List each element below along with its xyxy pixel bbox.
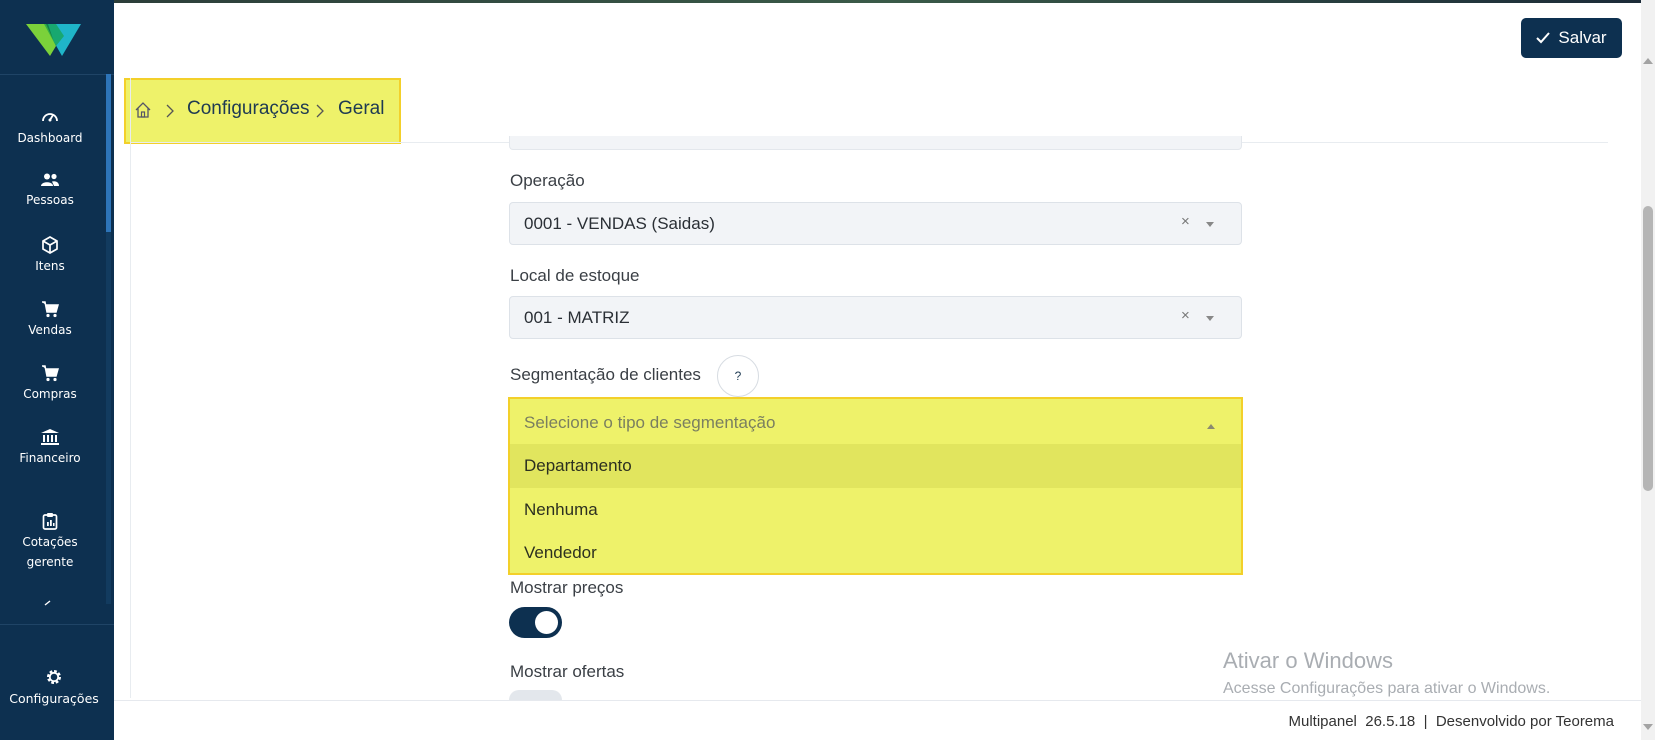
top-bar [114, 0, 1655, 78]
windows-activation-text: Acesse Configurações para ativar o Windo… [1223, 680, 1551, 697]
home-icon[interactable] [134, 101, 152, 119]
content-border [130, 78, 131, 698]
clear-icon[interactable]: × [1181, 213, 1190, 230]
sidebar-divider [0, 74, 114, 75]
mostrar-ofertas-toggle[interactable] [509, 690, 562, 700]
sidebar-more-chevron-icon[interactable] [44, 600, 52, 606]
sidebar-item-label: Financeiro [19, 451, 81, 465]
sidebar-item-compras[interactable]: Compras [0, 364, 100, 404]
sidebar-item-dashboard[interactable]: Dashboard [0, 108, 100, 148]
mostrar-precos-toggle[interactable] [509, 607, 562, 638]
gear-icon [47, 670, 61, 684]
local-estoque-label: Local de estoque [510, 266, 640, 285]
clipboard-icon [42, 513, 58, 530]
toggle-knob [535, 611, 558, 634]
help-button[interactable]: ? [717, 355, 759, 397]
local-estoque-select[interactable]: 001 - MATRIZ × [509, 296, 1242, 339]
save-button-label: Salvar [1558, 28, 1607, 47]
box-icon [42, 236, 58, 254]
segmentacao-label: Segmentação de clientes [510, 365, 701, 384]
cart-icon [42, 301, 59, 318]
sidebar-scrollbar-thumb[interactable] [106, 74, 111, 232]
mostrar-precos-label: Mostrar preços [510, 578, 624, 597]
sidebar-item-configuracoes[interactable]: Configurações [0, 668, 108, 706]
bank-icon [41, 429, 59, 445]
sidebar-divider [0, 624, 114, 625]
scroll-up-arrow-icon[interactable] [1643, 58, 1653, 64]
operacao-select[interactable]: 0001 - VENDAS (Saidas) × [509, 202, 1242, 245]
save-button[interactable]: Salvar [1521, 18, 1622, 58]
segmentacao-select[interactable]: Selecione o tipo de segmentação [510, 399, 1241, 444]
segmentacao-dropdown[interactable]: Selecione o tipo de segmentação Departam… [508, 397, 1243, 575]
dashboard-gauge-icon [42, 113, 58, 122]
previous-field-bottom[interactable] [509, 136, 1242, 150]
sidebar-item-label: Dashboard [17, 131, 83, 145]
clear-icon[interactable]: × [1181, 307, 1190, 324]
sidebar-item-label: Compras [23, 387, 77, 401]
sidebar-item-label: gerente [26, 555, 74, 569]
chevron-down-icon[interactable] [1206, 222, 1214, 227]
dropdown-option-nenhuma[interactable]: Nenhuma [510, 488, 1241, 532]
operacao-value: 0001 - VENDAS (Saidas) [524, 214, 715, 233]
breadcrumb-geral[interactable]: Geral [338, 98, 384, 120]
top-bar-accent [114, 0, 1655, 3]
sidebar-item-label: Configurações [9, 691, 99, 706]
sidebar-item-financeiro[interactable]: Financeiro [0, 428, 100, 468]
chevron-down-icon[interactable] [1206, 316, 1214, 321]
people-icon [41, 173, 59, 186]
dropdown-option-departamento[interactable]: Departamento [510, 444, 1241, 488]
footer-version-text: Multipanel 26.5.18 | Desenvolvido por Te… [1288, 713, 1614, 730]
chevron-up-icon[interactable] [1207, 424, 1215, 429]
sidebar-item-itens[interactable]: Itens [0, 236, 100, 276]
cart-icon [42, 365, 59, 382]
dropdown-option-vendedor[interactable]: Vendedor [510, 531, 1241, 575]
footer: Multipanel 26.5.18 | Desenvolvido por Te… [114, 700, 1641, 740]
mostrar-ofertas-label: Mostrar ofertas [510, 662, 625, 681]
sidebar-item-pessoas[interactable]: Pessoas [0, 172, 100, 210]
scroll-down-arrow-icon[interactable] [1643, 724, 1653, 730]
sidebar-item-label: Vendas [28, 323, 72, 337]
sidebar-item-label: Pessoas [26, 193, 74, 207]
chevron-right-icon [166, 104, 174, 118]
sidebar-item-label: Itens [35, 259, 65, 273]
sidebar-item-cotacoes-gerente[interactable]: Cotações gerente [0, 512, 100, 572]
app-logo[interactable] [26, 22, 81, 56]
sidebar-item-vendas[interactable]: Vendas [0, 300, 100, 340]
check-icon [1536, 32, 1551, 44]
page-scrollbar-thumb[interactable] [1643, 206, 1653, 491]
operacao-label: Operação [510, 171, 585, 190]
chevron-right-icon [316, 104, 324, 118]
breadcrumb-configuracoes[interactable]: Configurações [187, 98, 310, 120]
local-estoque-value: 001 - MATRIZ [524, 308, 630, 327]
windows-activation-title: Ativar o Windows [1223, 648, 1393, 673]
segmentacao-placeholder: Selecione o tipo de segmentação [524, 413, 776, 432]
sidebar-item-label: Cotações [22, 535, 78, 549]
